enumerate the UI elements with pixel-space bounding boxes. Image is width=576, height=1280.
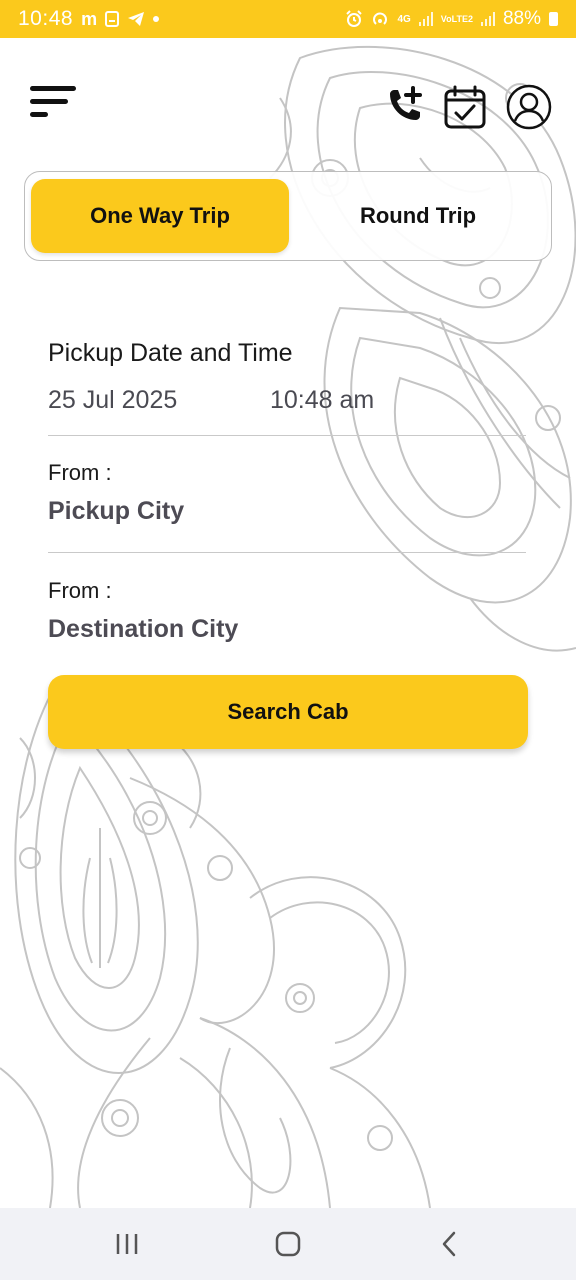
tab-one-way-trip[interactable]: One Way Trip bbox=[31, 179, 289, 253]
app-header bbox=[0, 80, 576, 140]
tab-round-trip[interactable]: Round Trip bbox=[289, 179, 547, 253]
add-call-icon[interactable] bbox=[382, 84, 428, 130]
search-cab-button[interactable]: Search Cab bbox=[48, 675, 528, 749]
status-right: 4G VoLTE2 88% bbox=[345, 8, 558, 30]
pickup-datetime-label: Pickup Date and Time bbox=[48, 339, 293, 367]
from-label: From : bbox=[48, 578, 112, 603]
pickup-city-field[interactable]: Pickup City bbox=[48, 497, 184, 526]
hotspot-icon bbox=[373, 12, 388, 25]
status-left: 10:48 m bbox=[18, 7, 160, 31]
image-notification-icon bbox=[105, 11, 120, 27]
recent-apps-icon[interactable] bbox=[113, 1230, 141, 1258]
divider bbox=[48, 552, 526, 553]
status-time: 10:48 bbox=[18, 7, 74, 30]
signal-1-icon bbox=[418, 12, 433, 26]
destination-city-field[interactable]: Destination City bbox=[48, 615, 238, 644]
profile-icon[interactable] bbox=[506, 84, 552, 130]
divider bbox=[48, 435, 526, 436]
battery-percent: 88% bbox=[502, 8, 541, 29]
calendar-check-icon[interactable] bbox=[442, 84, 488, 130]
hamburger-line-mid bbox=[30, 99, 68, 104]
network-4g-label: 4G bbox=[397, 13, 411, 25]
from-label: From : bbox=[48, 460, 112, 485]
pickup-time-value[interactable]: 10:48 am bbox=[270, 386, 374, 415]
hamburger-line-top bbox=[30, 86, 76, 91]
signal-2-icon bbox=[480, 12, 495, 26]
app-notification-icon: m bbox=[81, 8, 98, 29]
system-nav-bar bbox=[0, 1208, 576, 1280]
status-bar: 10:48 m 4G VoLTE2 88% bbox=[0, 0, 576, 38]
telegram-icon bbox=[128, 12, 145, 26]
battery-icon bbox=[549, 12, 558, 26]
back-icon[interactable] bbox=[436, 1230, 464, 1258]
menu-button[interactable] bbox=[30, 82, 80, 122]
home-icon[interactable] bbox=[274, 1230, 302, 1258]
pickup-date-value[interactable]: 25 Jul 2025 bbox=[48, 386, 177, 415]
hamburger-line-bottom bbox=[30, 112, 48, 117]
alarm-icon bbox=[346, 10, 363, 27]
network-volte-label: VoLTE2 bbox=[440, 14, 473, 24]
trip-type-toggle: One Way Trip Round Trip bbox=[24, 171, 552, 261]
notification-dot-icon bbox=[153, 16, 160, 22]
